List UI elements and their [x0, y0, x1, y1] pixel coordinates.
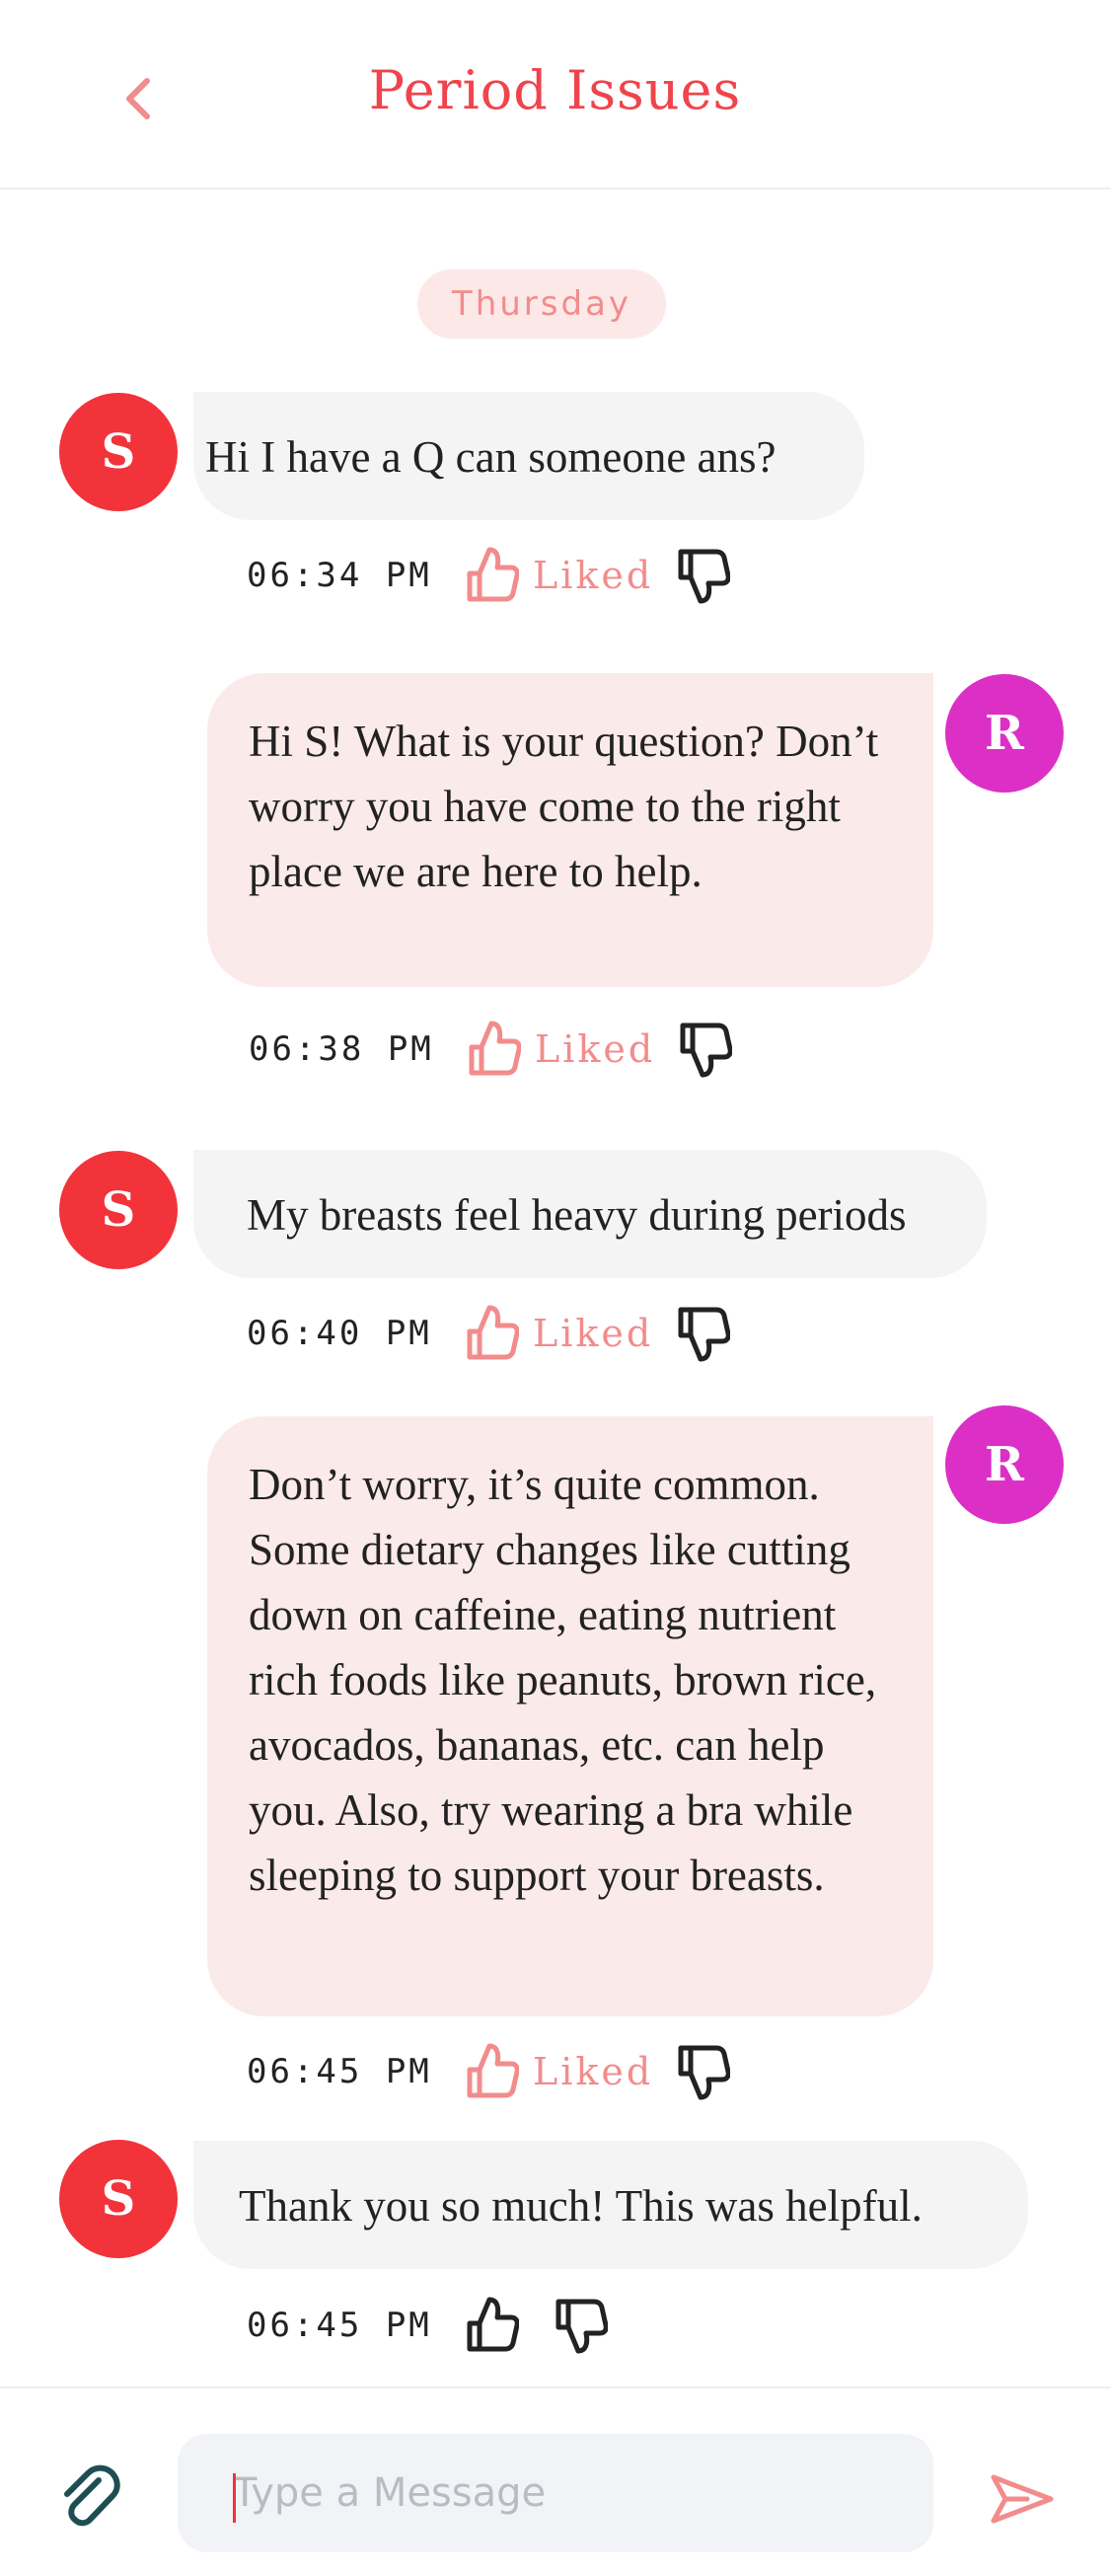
message-time: 06:45 PM — [247, 2052, 432, 2091]
avatar[interactable]: S — [59, 2140, 178, 2258]
message-time: 06:34 PM — [247, 556, 432, 595]
avatar[interactable]: S — [59, 1151, 178, 1269]
text-caret — [233, 2473, 236, 2523]
thumbs-up-icon — [464, 1302, 519, 1365]
thumbs-up-icon — [464, 2040, 519, 2103]
like-button[interactable]: Liked — [464, 2040, 675, 2103]
message-bubble: Don’t worry, it’s quite common. Some die… — [207, 1416, 933, 2016]
thumbs-down-icon — [553, 2294, 608, 2357]
dislike-button[interactable] — [675, 1302, 731, 1365]
thumbs-up-icon — [464, 544, 519, 607]
dislike-button[interactable] — [675, 2040, 731, 2103]
header: Period Issues — [0, 0, 1110, 189]
thumbs-down-icon — [677, 1018, 733, 1081]
message-bubble: Thank you so much! This was helpful. — [193, 2141, 1028, 2269]
thumbs-down-icon — [675, 2040, 731, 2103]
message-meta: 06:45 PM — [247, 2286, 608, 2365]
send-icon — [988, 2471, 1057, 2527]
message-bubble: Hi S! What is your question? Don’t worry… — [207, 673, 933, 987]
liked-label: Liked — [533, 1312, 654, 1355]
message-bubble: My breasts feel heavy during periods — [193, 1150, 987, 1278]
like-button[interactable]: Liked — [466, 1018, 677, 1081]
send-button[interactable] — [983, 2460, 1062, 2538]
like-button[interactable]: Liked — [464, 1302, 675, 1365]
message-time: 06:40 PM — [247, 1314, 432, 1353]
message-time: 06:45 PM — [247, 2306, 432, 2345]
liked-label: Liked — [533, 554, 654, 597]
attach-button[interactable] — [49, 2458, 128, 2537]
message-meta: 06:34 PM Liked — [247, 536, 731, 615]
thumbs-up-icon — [466, 1018, 521, 1081]
message-composer — [0, 2387, 1110, 2576]
dislike-button[interactable] — [553, 2294, 608, 2357]
page-title: Period Issues — [368, 59, 742, 121]
paperclip-icon — [57, 2462, 120, 2532]
thumbs-up-icon — [464, 2294, 519, 2357]
thumbs-down-icon — [675, 544, 731, 607]
liked-label: Liked — [535, 1027, 656, 1071]
message-bubble: Hi I have a Q can someone ans? — [193, 392, 864, 520]
avatar[interactable]: R — [945, 1405, 1064, 1524]
thumbs-down-icon — [675, 1302, 731, 1365]
avatar[interactable]: R — [945, 674, 1064, 793]
day-label: Thursday — [417, 269, 666, 339]
dislike-button[interactable] — [675, 544, 731, 607]
avatar[interactable]: S — [59, 393, 178, 511]
like-button[interactable]: Liked — [464, 544, 675, 607]
chat-screen: Period Issues Thursday S Hi I have a Q c… — [0, 0, 1110, 2576]
message-time: 06:38 PM — [249, 1029, 434, 1069]
message-meta: 06:38 PM Liked — [249, 1010, 733, 1089]
message-meta: 06:40 PM Liked — [247, 1294, 731, 1373]
message-input[interactable] — [178, 2434, 933, 2552]
like-button[interactable] — [464, 2294, 519, 2357]
liked-label: Liked — [533, 2050, 654, 2093]
dislike-button[interactable] — [677, 1018, 733, 1081]
message-meta: 06:45 PM Liked — [247, 2032, 731, 2111]
